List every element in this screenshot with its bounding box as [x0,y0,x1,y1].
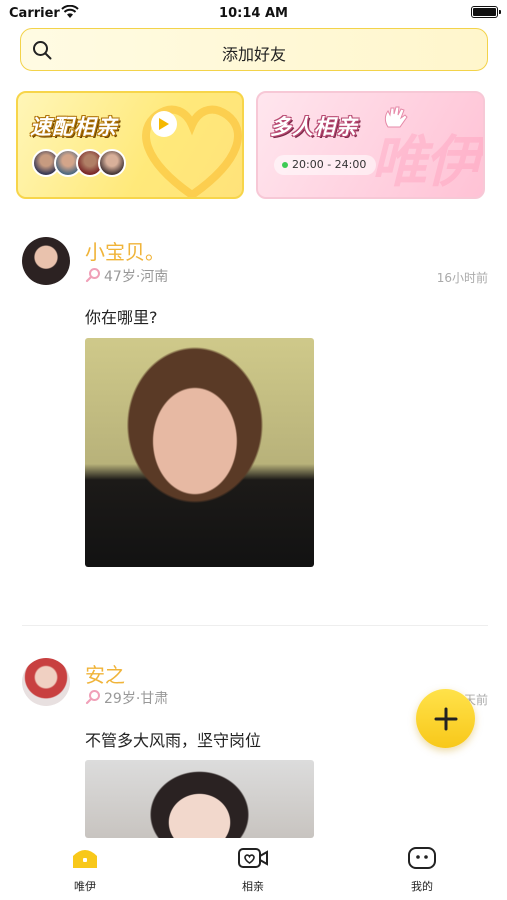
tab-bar: 唯伊 相亲 我的 [0,838,507,900]
tab-profile[interactable]: 我的 [372,846,472,894]
tab-home-label: 唯伊 [74,880,96,893]
status-bar: Carrier 10:14 AM [0,0,507,28]
post-author-meta: 47岁·河南 [85,266,168,286]
add-friend-search[interactable]: 添加好友 [20,28,488,71]
tab-dating-label: 相亲 [242,880,264,893]
magnifier-icon [85,690,100,705]
post-author-meta: 29岁·甘肃 [85,688,168,708]
magnifier-icon [85,268,100,283]
search-label: 添加好友 [221,45,286,64]
plus-icon [434,707,457,730]
clock: 10:14 AM [219,6,288,21]
battery-icon [471,6,501,18]
play-icon [151,111,177,137]
post-photo[interactable] [85,338,314,567]
hand-wave-icon [384,106,408,128]
time-range-pill: 20:00 - 24:00 [274,155,377,175]
avatar[interactable] [22,237,70,285]
age-location: 47岁·河南 [104,269,169,285]
post-author-name[interactable]: 安之 [85,659,125,688]
create-post-button[interactable] [416,689,475,748]
post-text: 不管多大风雨，坚守岗位 [85,731,262,750]
profile-face-icon [408,847,436,869]
speed-match-banner[interactable]: 速配相亲 [16,91,244,199]
post-photo[interactable] [85,760,314,838]
heart-decoration-icon [142,105,242,197]
post-time: 16小时前 [436,271,488,285]
tab-profile-label: 我的 [411,880,433,893]
avatar [98,149,126,177]
age-location: 29岁·甘肃 [104,691,169,707]
post-author-name[interactable]: 小宝贝。 [85,236,165,265]
post-text: 你在哪里? [85,308,158,327]
home-icon [73,850,97,868]
video-heart-icon [238,848,268,868]
group-match-title: 多人相亲 [270,115,358,139]
tab-dating[interactable]: 相亲 [203,846,303,894]
avatar[interactable] [22,658,70,706]
speed-match-title: 速配相亲 [30,115,118,139]
group-match-banner[interactable]: 唯伊 多人相亲 20:00 - 24:00 [256,91,485,199]
divider [22,625,488,626]
tab-home[interactable]: 唯伊 [35,846,135,894]
